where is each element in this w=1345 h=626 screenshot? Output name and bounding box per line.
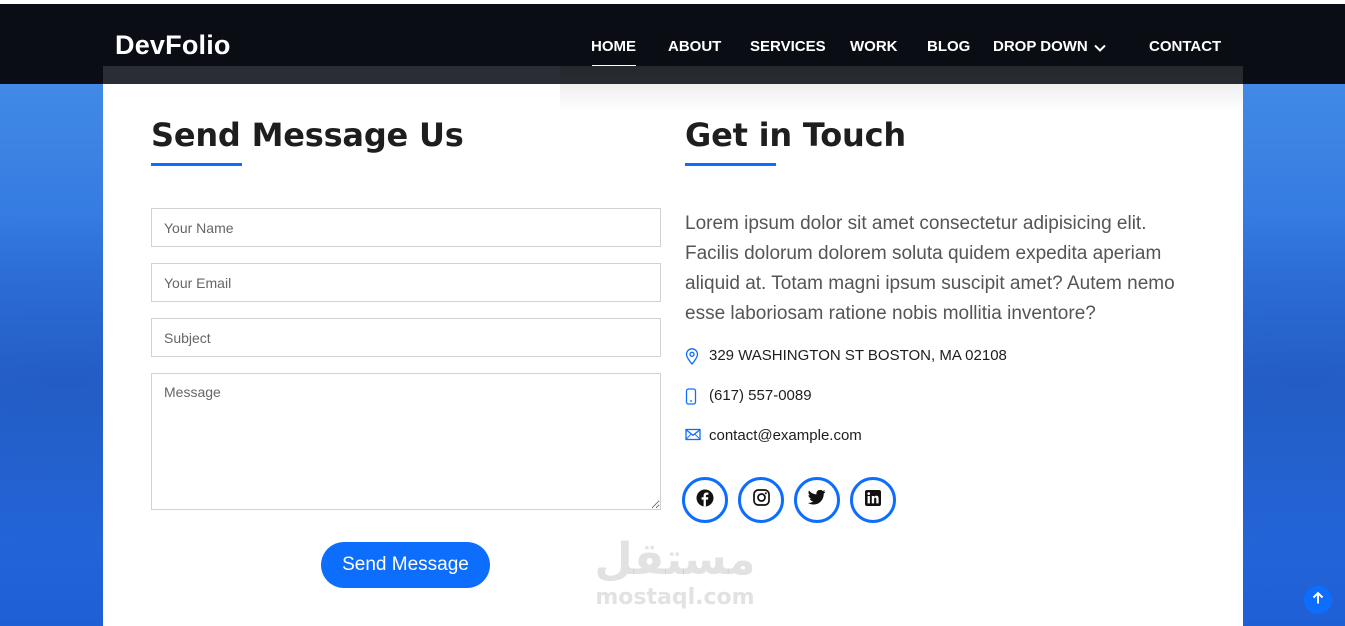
facebook-link[interactable] (682, 477, 728, 523)
contact-description: Lorem ipsum dolor sit amet consectetur a… (685, 213, 1175, 324)
arrow-up-icon (1311, 591, 1325, 610)
watermark-logo: مستقل mostaql.com (590, 535, 760, 611)
email-field[interactable] (151, 263, 661, 302)
email-text: contact@example.com (709, 427, 862, 444)
facebook-icon (696, 489, 714, 512)
contact-title: Get in Touch (685, 116, 906, 154)
name-field[interactable] (151, 208, 661, 247)
linkedin-link[interactable] (850, 477, 896, 523)
address-row: 329 WASHINGTON ST BOSTON, MA 02108 (685, 347, 1025, 367)
watermark-latin: mostaql.com (595, 585, 755, 610)
email-row: contact@example.com (685, 427, 905, 447)
nav-home[interactable]: HOME (591, 38, 636, 67)
nav-dropdown[interactable]: DROP DOWN (993, 38, 1106, 56)
twitter-link[interactable] (794, 477, 840, 523)
linkedin-icon (865, 489, 881, 511)
chevron-down-icon (1094, 39, 1106, 56)
contact-title-underline (685, 163, 776, 166)
nav-contact[interactable]: CONTACT (1149, 38, 1221, 55)
instagram-link[interactable] (738, 477, 784, 523)
send-message-button[interactable]: Send Message (321, 542, 490, 588)
address-text: 329 WASHINGTON ST BOSTON, MA 02108 (709, 347, 1007, 364)
phone-icon (685, 388, 701, 405)
nav-services[interactable]: SERVICES (750, 38, 826, 55)
envelope-icon (685, 428, 701, 445)
nav-blog[interactable]: BLOG (927, 38, 970, 55)
subject-field[interactable] (151, 318, 661, 357)
phone-row: (617) 557-0089 (685, 387, 865, 407)
logo[interactable]: DevFolio (115, 30, 231, 61)
dropdown-shadow (560, 66, 1243, 112)
nav-about[interactable]: ABOUT (668, 38, 721, 55)
back-to-top-button[interactable] (1304, 586, 1332, 614)
instagram-icon (752, 489, 770, 511)
map-pin-icon (685, 348, 701, 365)
twitter-icon (807, 489, 826, 510)
nav-work[interactable]: WORK (850, 38, 898, 55)
watermark-arabic: مستقل (594, 534, 756, 585)
phone-text: (617) 557-0089 (709, 387, 812, 404)
form-title: Send Message Us (151, 116, 464, 154)
message-field[interactable] (151, 373, 661, 510)
form-title-underline (151, 163, 242, 166)
